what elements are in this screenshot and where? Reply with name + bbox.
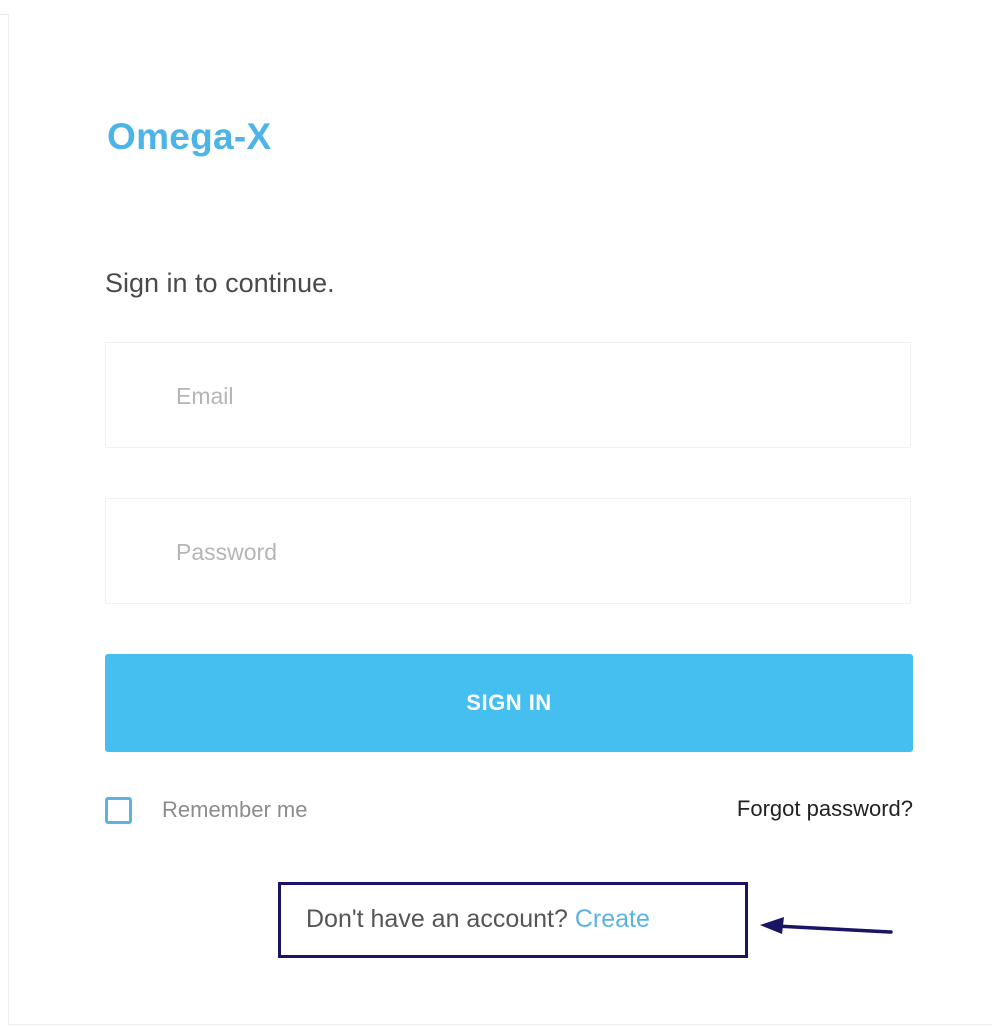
email-field[interactable] [105,342,911,449]
create-account-callout: Don't have an account? Create [278,882,748,958]
email-input[interactable] [174,343,878,449]
forgot-password-link[interactable]: Forgot password? [737,796,913,822]
remember-me[interactable]: Remember me [105,792,307,828]
remember-me-label: Remember me [162,797,308,822]
account-prompt: Don't have an account? [306,905,568,933]
create-account-link[interactable]: Create [575,905,650,933]
top-strip [0,0,992,15]
left-arrow-icon [760,917,893,934]
sign-in-subtitle: Sign in to continue. [105,268,335,298]
brand-title: Omega-X [107,116,272,157]
sign-in-button[interactable]: SIGN IN [105,654,913,752]
password-input[interactable] [174,499,878,605]
create-account-text: Don't have an account? Create [306,905,650,934]
checkbox-icon[interactable] [105,796,132,824]
password-field[interactable] [105,498,911,605]
